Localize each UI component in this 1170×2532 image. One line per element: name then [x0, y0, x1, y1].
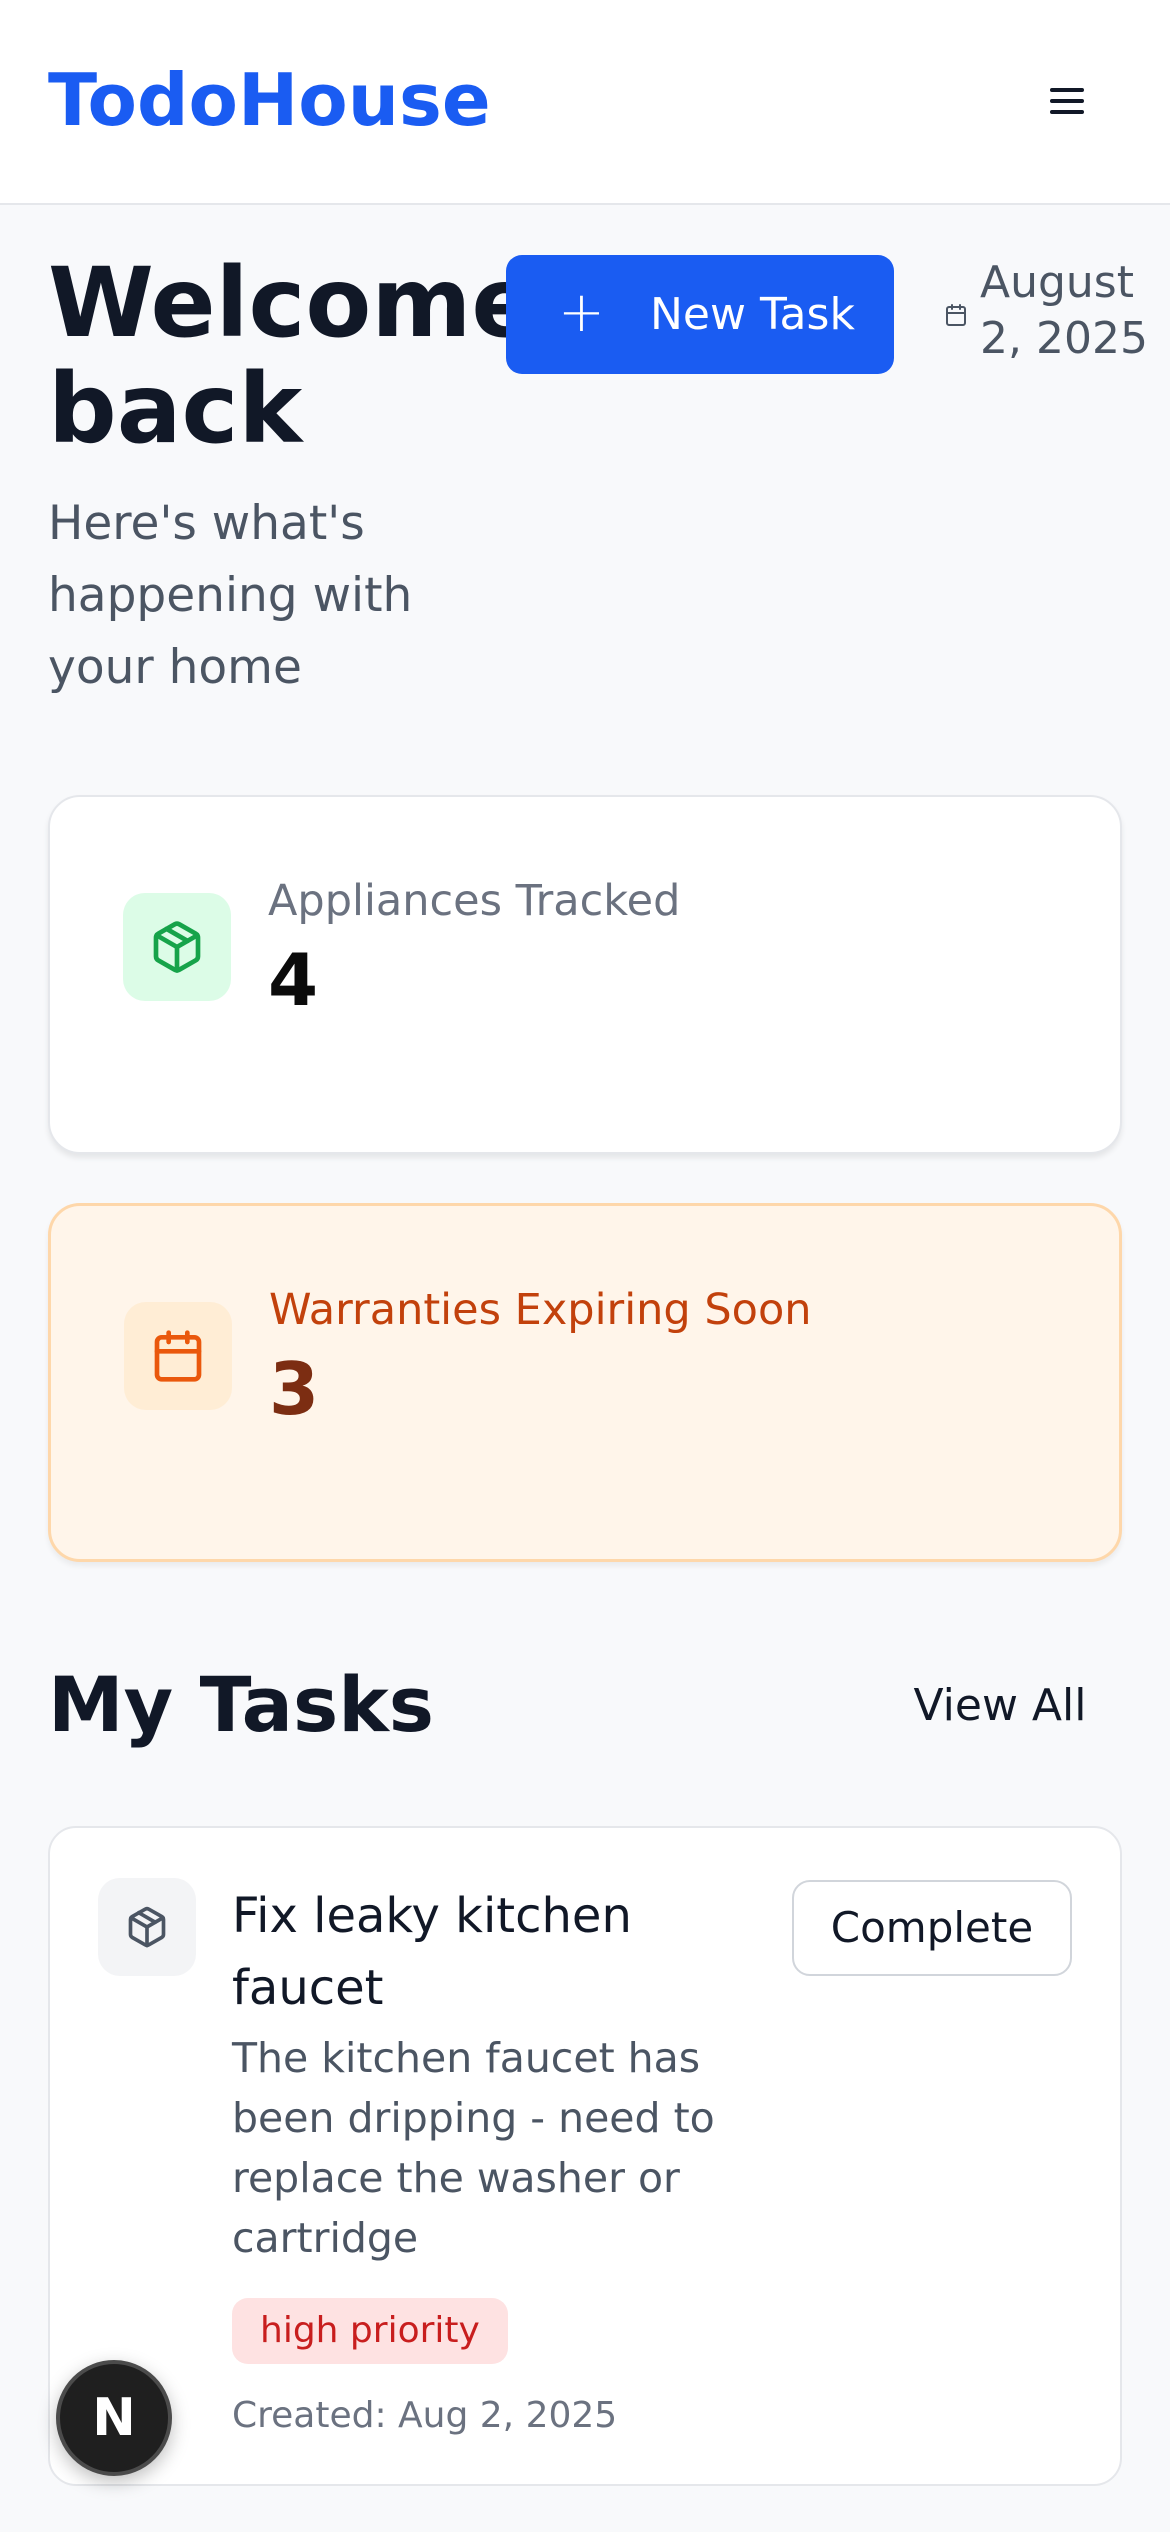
- page-title: Welcome back: [48, 247, 537, 465]
- appliances-icon-wrap: [123, 893, 231, 1001]
- task-card[interactable]: Fix leaky kitchen faucet The kitchen fau…: [48, 1826, 1122, 2486]
- new-task-button[interactable]: + New Task: [506, 255, 894, 374]
- new-task-label: New Task: [650, 289, 855, 340]
- box-icon: [128, 1906, 166, 1948]
- priority-badge: high priority: [232, 2298, 508, 2364]
- brand-logo[interactable]: TodoHouse: [48, 58, 491, 142]
- task-description: The kitchen faucet has been dripping - n…: [232, 2034, 715, 2262]
- appliances-tracked-card[interactable]: Appliances Tracked 4: [48, 795, 1122, 1154]
- calendar-icon: [946, 304, 966, 326]
- complete-button[interactable]: Complete: [792, 1880, 1072, 1976]
- app-header: TodoHouse: [0, 0, 1170, 205]
- menu-line: [1050, 88, 1084, 92]
- warranties-expiring-card[interactable]: Warranties Expiring Soon 3: [48, 1203, 1122, 1562]
- stat-value: 4: [268, 938, 319, 1022]
- stat-label: Warranties Expiring Soon: [269, 1285, 812, 1335]
- task-icon-wrap: [98, 1878, 196, 1976]
- menu-line: [1050, 110, 1084, 114]
- calendar-icon: [154, 1330, 202, 1382]
- task-title: Fix leaky kitchen faucet: [232, 1888, 632, 2016]
- page-subtitle: Here's what's happening with your home: [48, 496, 413, 695]
- plus-icon: +: [558, 280, 605, 345]
- menu-line: [1050, 99, 1084, 103]
- date-text: August 2, 2025: [980, 257, 1148, 364]
- box-icon: [153, 921, 201, 973]
- view-all-link[interactable]: View All: [900, 1678, 1100, 1734]
- task-created-date: Created: Aug 2, 2025: [232, 2395, 618, 2436]
- dev-tools-badge[interactable]: N: [56, 2360, 172, 2476]
- hamburger-menu-icon[interactable]: [1040, 80, 1096, 124]
- stat-label: Appliances Tracked: [268, 876, 681, 926]
- tasks-section-title: My Tasks: [48, 1660, 434, 1749]
- warranties-icon-wrap: [124, 1302, 232, 1410]
- stat-value: 3: [269, 1347, 320, 1431]
